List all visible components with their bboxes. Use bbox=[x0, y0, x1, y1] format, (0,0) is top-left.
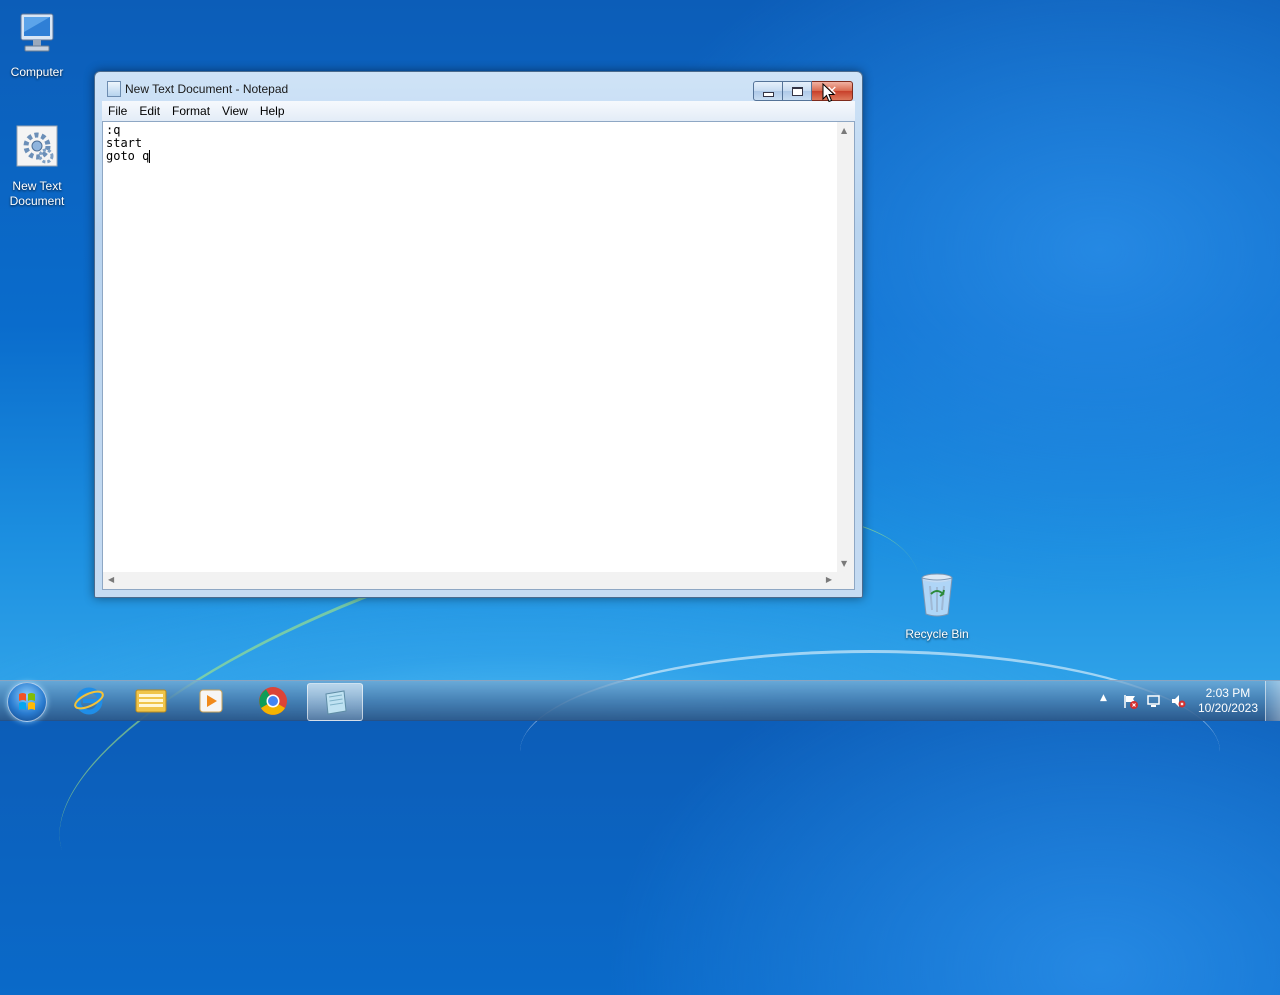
settings-file-icon bbox=[16, 125, 58, 167]
notepad-window[interactable]: New Text Document - Notepad ✕ File Edit … bbox=[94, 71, 863, 598]
menu-format[interactable]: Format bbox=[166, 104, 216, 118]
maximize-button[interactable] bbox=[783, 81, 812, 101]
mouse-cursor-icon bbox=[822, 83, 836, 103]
scroll-down-arrow-icon[interactable]: ▼ bbox=[841, 559, 847, 568]
desktop-icon-label: Computer bbox=[10, 65, 64, 79]
menu-file[interactable]: File bbox=[102, 104, 133, 118]
folder-icon bbox=[135, 689, 167, 713]
volume-muted-icon[interactable] bbox=[1170, 693, 1186, 709]
desktop-icon-label: New Text Document bbox=[9, 179, 65, 208]
computer-icon bbox=[20, 13, 54, 52]
recycle-bin-icon bbox=[921, 573, 953, 617]
text-caret bbox=[149, 150, 151, 163]
text-content[interactable]: :q start goto q bbox=[106, 124, 834, 569]
clock-date: 10/20/2023 bbox=[1197, 701, 1258, 715]
text-line: start bbox=[106, 136, 143, 150]
menu-bar: File Edit Format View Help bbox=[102, 101, 855, 121]
text-line: :q bbox=[106, 123, 121, 137]
scroll-left-arrow-icon[interactable]: ◀ bbox=[108, 575, 114, 584]
start-button[interactable] bbox=[7, 682, 47, 722]
taskbar-notepad[interactable] bbox=[307, 683, 363, 721]
show-hidden-icons-icon[interactable]: ▲ bbox=[1100, 693, 1116, 709]
taskbar: ▲ 2:03 PM 10/20/2023 bbox=[0, 680, 1280, 722]
resize-grip-icon[interactable] bbox=[837, 572, 854, 589]
chrome-icon bbox=[259, 687, 287, 715]
text-editor[interactable]: :q start goto q ▲ ▼ ◀ ▶ bbox=[102, 121, 855, 590]
taskbar-windows-explorer[interactable] bbox=[124, 683, 178, 719]
network-icon[interactable] bbox=[1146, 693, 1162, 709]
maximize-icon bbox=[791, 86, 803, 96]
media-player-icon bbox=[199, 689, 223, 713]
desktop-icon-new-text-document[interactable]: New Text Document bbox=[0, 124, 76, 209]
clock-time: 2:03 PM bbox=[1205, 686, 1251, 700]
text-line: goto q bbox=[106, 149, 150, 163]
taskbar-internet-explorer[interactable] bbox=[62, 683, 116, 719]
menu-view[interactable]: View bbox=[216, 104, 254, 118]
notepad-icon bbox=[325, 690, 347, 715]
desktop-icon-computer[interactable]: Computer bbox=[0, 10, 76, 80]
minimize-button[interactable] bbox=[753, 81, 783, 101]
menu-help[interactable]: Help bbox=[254, 104, 291, 118]
desktop-icon-recycle-bin[interactable]: Recycle Bin bbox=[898, 572, 976, 642]
taskbar-chrome[interactable] bbox=[246, 683, 300, 719]
caption-buttons: ✕ bbox=[753, 81, 853, 101]
minimize-icon bbox=[762, 91, 774, 97]
window-title: New Text Document - Notepad bbox=[125, 82, 289, 96]
internet-explorer-icon bbox=[74, 687, 104, 715]
desktop-icon-label: Recycle Bin bbox=[905, 627, 969, 641]
title-bar[interactable]: New Text Document - Notepad ✕ bbox=[95, 72, 862, 102]
menu-edit[interactable]: Edit bbox=[133, 104, 166, 118]
action-center-flag-icon[interactable] bbox=[1122, 693, 1138, 709]
taskbar-media-player[interactable] bbox=[184, 683, 238, 719]
system-clock[interactable]: 2:03 PM 10/20/2023 bbox=[1198, 686, 1258, 716]
vertical-scrollbar[interactable]: ▲ ▼ bbox=[837, 122, 854, 572]
notepad-title-icon bbox=[107, 81, 121, 97]
scroll-right-arrow-icon[interactable]: ▶ bbox=[826, 575, 832, 584]
horizontal-scrollbar[interactable]: ◀ ▶ bbox=[103, 572, 837, 589]
scroll-up-arrow-icon[interactable]: ▲ bbox=[841, 126, 847, 135]
show-desktop-button[interactable] bbox=[1265, 681, 1280, 721]
text-line-with-caret: goto q bbox=[106, 150, 834, 163]
windows-logo-icon bbox=[19, 693, 35, 710]
